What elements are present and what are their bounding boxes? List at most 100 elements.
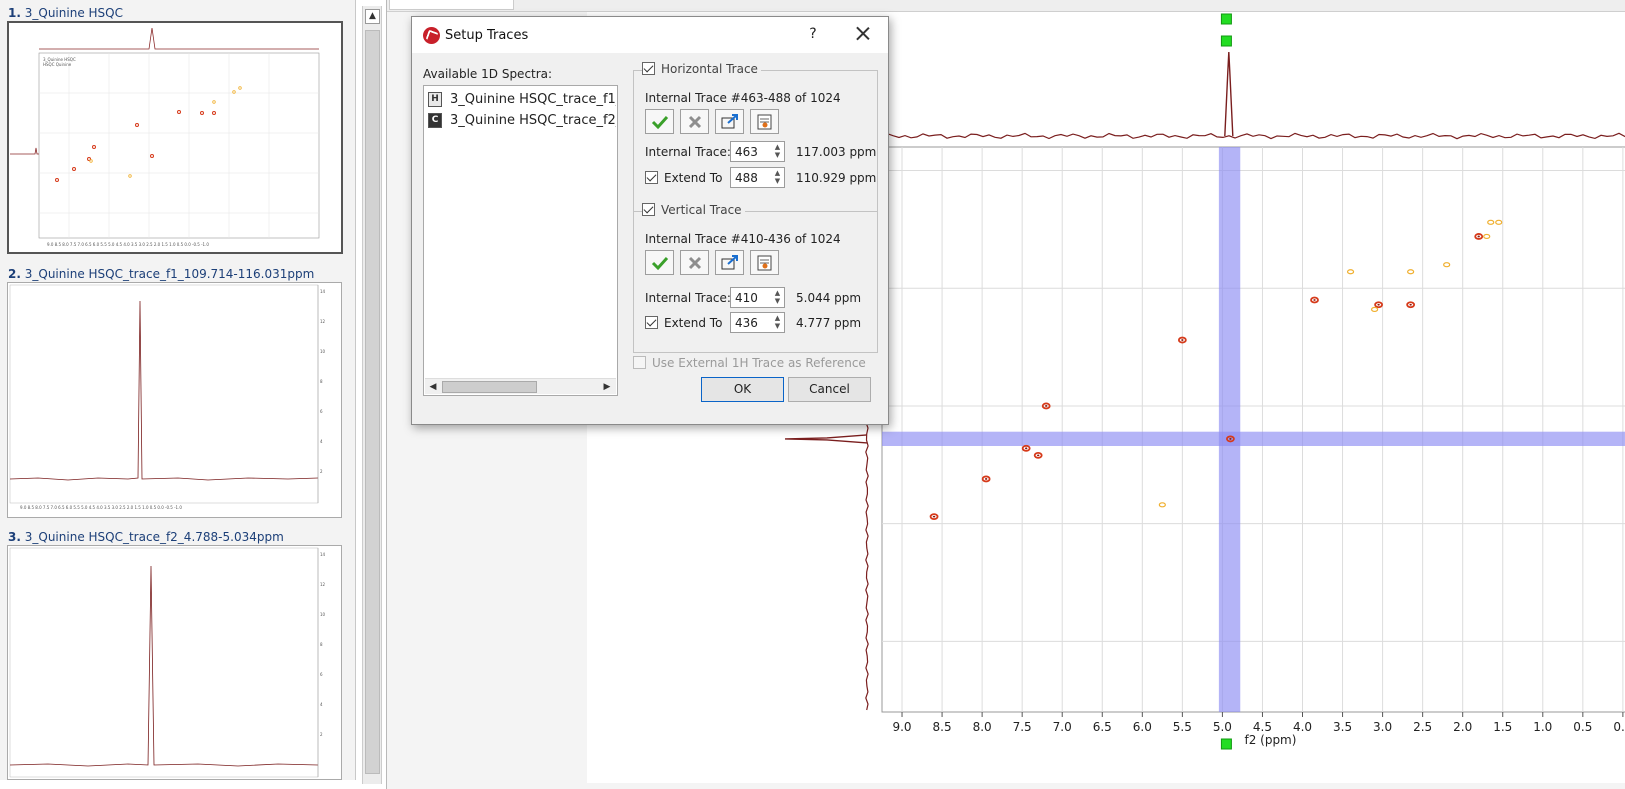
vertical-trace-band: [1218, 147, 1241, 712]
peak-center: [1409, 303, 1412, 306]
vertical-trace-toggle[interactable]: Vertical Trace: [642, 203, 745, 217]
thumbnail-hsqc[interactable]: 3_Quinine HSQC HSQC Quinine 9.0 8.5 8.0 7…: [7, 21, 343, 254]
remove-trace-button[interactable]: [680, 109, 709, 134]
horizontal-internal-ppm: 117.003 ppm: [796, 145, 877, 159]
thumbnail-label: 3_Quinine HSQC_trace_f1_109.714-116.031p…: [24, 267, 315, 281]
export-trace-button[interactable]: [715, 250, 744, 275]
resize-handle[interactable]: [1220, 738, 1232, 750]
dialog-titlebar[interactable]: Setup Traces ?: [412, 17, 888, 53]
x-tick-label: 1.0: [1533, 720, 1552, 734]
vertical-trace-label: Vertical Trace: [661, 203, 742, 217]
thumbnail-trace-f1[interactable]: 14 12 10 8 6 4 2 9.0 8.5 8.0 7.5 7.0 6.5 6.0 …: [7, 282, 342, 518]
svg-text:12: 12: [320, 582, 326, 587]
scroll-up-arrow-icon[interactable]: ▲: [365, 9, 380, 24]
svg-text:9.0 8.5 8.0 7.5 7.0 6.5 6.0 5.: 9.0 8.5 8.0 7.5 7.0 6.5 6.0 5.5 5.0 4.5 …: [20, 505, 182, 510]
ok-button[interactable]: OK: [701, 377, 784, 402]
vertical-extend-spinbox[interactable]: 436 ▲ ▼: [730, 312, 785, 333]
horizontal-trace-info: Internal Trace #463-488 of 1024: [645, 91, 841, 105]
list-horizontal-scrollbar[interactable]: ◀ ▶: [425, 378, 616, 394]
app-window: 1. 3_Quinine HSQC 3_Quinine HSQC HSQC Qu…: [0, 0, 1625, 789]
x-tick-label: 7.5: [1013, 720, 1032, 734]
thumbnail-scrollbar[interactable]: ▲: [362, 6, 382, 784]
spectrum-settings-icon: [757, 114, 772, 130]
export-icon: [721, 114, 738, 129]
scroll-left-arrow-icon[interactable]: ◀: [426, 380, 440, 394]
horizontal-extend-spinbox[interactable]: 488 ▲ ▼: [730, 167, 785, 188]
horizontal-trace-toggle[interactable]: Horizontal Trace: [642, 62, 761, 76]
spectrum-settings-icon: [757, 255, 772, 271]
list-item[interactable]: C 3_Quinine HSQC_trace_f2_4: [428, 112, 616, 130]
svg-text:4: 4: [320, 702, 323, 707]
peak-center: [1477, 235, 1480, 238]
scroll-right-arrow-icon[interactable]: ▶: [600, 380, 614, 394]
vertical-extend-toggle[interactable]: Extend To: [645, 316, 722, 330]
vertical-trace-checkbox[interactable]: [642, 203, 655, 216]
horizontal-extend-toggle[interactable]: Extend To: [645, 171, 722, 185]
export-trace-button[interactable]: [715, 109, 744, 134]
horizontal-internal-trace-spinbox[interactable]: 463 ▲ ▼: [730, 141, 785, 162]
spin-arrows-icon[interactable]: ▲ ▼: [773, 143, 782, 160]
spinbox-value: 410: [735, 291, 758, 305]
x-tick-label: 3.0: [1373, 720, 1392, 734]
cancel-button[interactable]: Cancel: [788, 377, 871, 402]
spin-arrows-icon[interactable]: ▲ ▼: [773, 314, 782, 331]
accept-trace-button[interactable]: [645, 109, 674, 134]
spin-arrows-icon[interactable]: ▲ ▼: [773, 169, 782, 186]
thumbnail-hsqc-plot: 3_Quinine HSQCHSQC Quinine 9.0 8.5 8.0 7…: [10, 27, 320, 247]
app-logo-icon: [423, 27, 440, 44]
peak-center: [1229, 438, 1232, 440]
extend-checkbox[interactable]: [645, 171, 658, 184]
thumbnail-trace-f2[interactable]: 14 12 10 8 6 4 2: [7, 545, 342, 780]
resize-handle[interactable]: [1220, 13, 1232, 25]
spin-arrows-icon[interactable]: ▲ ▼: [773, 289, 782, 306]
vertical-trace-info: Internal Trace #410-436 of 1024: [645, 232, 841, 246]
horizontal-trace-checkbox[interactable]: [642, 62, 655, 75]
scrollbar-thumb[interactable]: [442, 381, 537, 393]
list-item-label: 3_Quinine HSQC_trace_f2_4: [450, 113, 616, 128]
x-tick-label: 1.5: [1493, 720, 1512, 734]
help-button[interactable]: ?: [804, 26, 822, 44]
vertical-trace-group: Vertical Trace Internal Trace #410-436 o…: [633, 203, 878, 353]
svg-text:14: 14: [320, 289, 326, 294]
vertical-internal-trace-spinbox[interactable]: 410 ▲ ▼: [730, 287, 785, 308]
check-icon: [651, 256, 669, 271]
peak-center: [1181, 339, 1184, 341]
setup-traces-dialog: Setup Traces ? Available 1D Spectra: H 3…: [411, 16, 889, 425]
thumbnail-title-3[interactable]: 3. 3_Quinine HSQC_trace_f2_4.788-5.034pp…: [8, 530, 284, 544]
trace-settings-button[interactable]: [750, 250, 779, 275]
accept-trace-button[interactable]: [645, 250, 674, 275]
thumbnail-title-2[interactable]: 2. 3_Quinine HSQC_trace_f1_109.714-116.0…: [8, 267, 314, 281]
available-spectra-list[interactable]: H 3_Quinine HSQC_trace_f1_1 C 3_Quinine …: [423, 85, 618, 396]
resize-handle[interactable]: [1220, 35, 1232, 47]
svg-text:HSQC Quinine: HSQC Quinine: [43, 62, 72, 67]
document-tab[interactable]: [389, 0, 514, 10]
peak-center: [1377, 303, 1380, 306]
external-reference-option[interactable]: Use External 1H Trace as Reference: [633, 356, 866, 370]
peak-center: [984, 478, 988, 480]
extend-checkbox[interactable]: [645, 316, 658, 329]
close-icon[interactable]: [853, 24, 873, 44]
external-reference-checkbox[interactable]: [633, 356, 646, 369]
scrollbar-thumb[interactable]: [365, 30, 380, 774]
x-tick-label: 0.0: [1613, 720, 1625, 734]
export-icon: [721, 255, 738, 270]
peak-center: [1024, 447, 1028, 450]
thumbnail-number: 3.: [8, 530, 21, 544]
thumbnail-label: 3_Quinine HSQC: [24, 6, 123, 20]
thumbnail-title-1[interactable]: 1. 3_Quinine HSQC: [8, 6, 123, 20]
spinbox-value: 463: [735, 145, 758, 159]
list-item-label: 3_Quinine HSQC_trace_f1_1: [450, 92, 616, 107]
svg-text:2: 2: [320, 732, 323, 737]
spinbox-value: 488: [735, 171, 758, 185]
thumbnail-number: 2.: [8, 267, 21, 281]
remove-trace-button[interactable]: [680, 250, 709, 275]
trace-settings-button[interactable]: [750, 109, 779, 134]
vertical-projection-peak: [784, 434, 868, 444]
horizontal-trace-label: Horizontal Trace: [661, 62, 758, 76]
list-item[interactable]: H 3_Quinine HSQC_trace_f1_1: [428, 91, 616, 109]
svg-text:9.0 8.5 8.0 7.5 7.0 6.5 6.0 5.: 9.0 8.5 8.0 7.5 7.0 6.5 6.0 5.5 5.0 4.5 …: [47, 242, 209, 247]
svg-text:10: 10: [320, 612, 326, 617]
x-tick-label: 5.5: [1173, 720, 1192, 734]
delete-x-icon: [688, 115, 702, 129]
carbon-spectrum-icon: C: [428, 113, 442, 128]
